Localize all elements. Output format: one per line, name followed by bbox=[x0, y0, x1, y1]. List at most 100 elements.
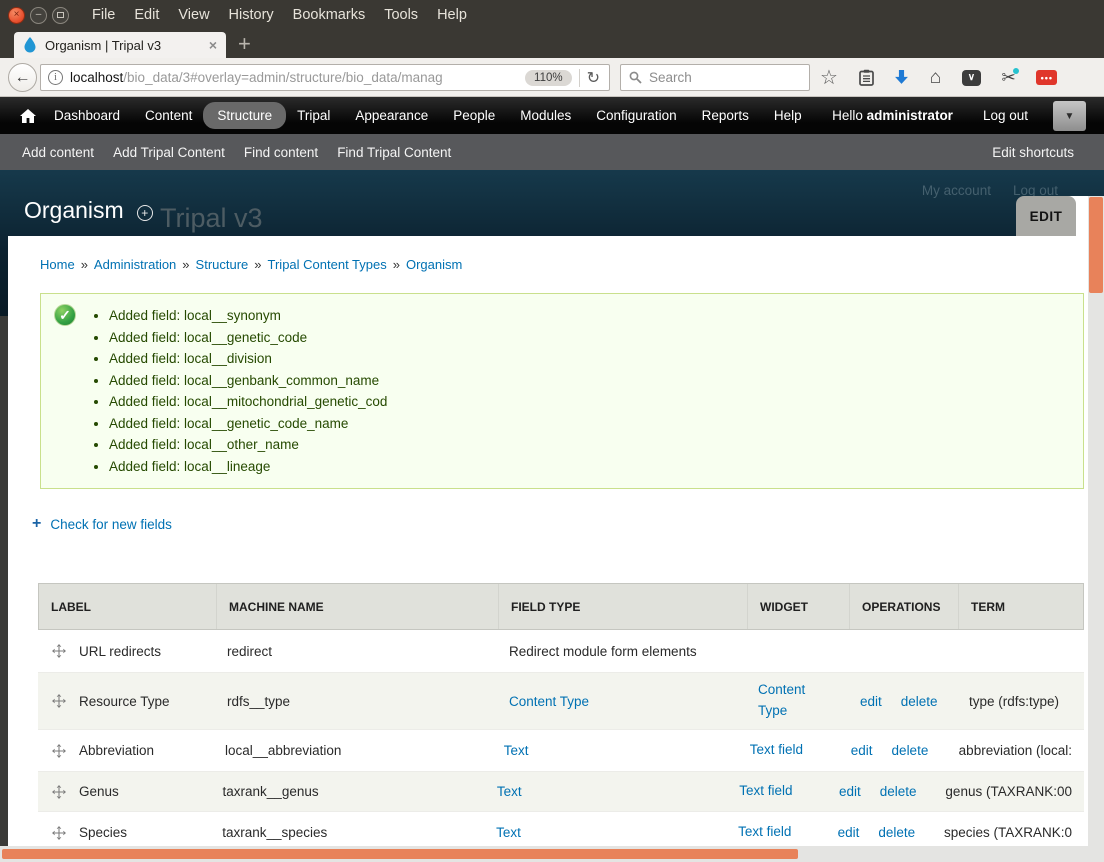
drag-handle-icon[interactable] bbox=[52, 826, 66, 840]
drag-handle-icon[interactable] bbox=[52, 785, 66, 799]
status-message-box: ✓ Added field: local__synonymAdded field… bbox=[40, 293, 1084, 489]
header-link-my-account[interactable]: My account bbox=[922, 183, 991, 198]
cell-widget: Content Type bbox=[746, 680, 848, 722]
breadcrumb-link-tripal-content-types[interactable]: Tripal Content Types bbox=[268, 257, 387, 272]
url-bar[interactable]: i localhost/bio_data/3#overlay=admin/str… bbox=[40, 64, 610, 91]
admin-menu-item-people[interactable]: People bbox=[453, 108, 495, 123]
status-message: Added field: local__genbank_common_name bbox=[109, 370, 1083, 392]
search-input[interactable] bbox=[649, 70, 801, 85]
admin-menu-item-reports[interactable]: Reports bbox=[702, 108, 749, 123]
shortcut-link-add-content[interactable]: Add content bbox=[22, 145, 94, 160]
logout-link[interactable]: Log out bbox=[983, 108, 1028, 123]
reload-icon[interactable]: ↻ bbox=[587, 68, 602, 88]
menu-help[interactable]: Help bbox=[434, 5, 470, 25]
cell-label: Genus bbox=[38, 784, 211, 799]
operation-edit-link[interactable]: edit bbox=[838, 825, 860, 840]
bookmarks-list-icon[interactable] bbox=[859, 69, 874, 86]
operation-delete-link[interactable]: delete bbox=[880, 784, 917, 799]
cell-machine-name: local__abbreviation bbox=[213, 743, 492, 758]
browser-tab[interactable]: Organism | Tripal v3 × bbox=[14, 32, 226, 58]
edit-tab-button[interactable]: EDIT bbox=[1016, 196, 1076, 236]
widget-link[interactable]: Text field bbox=[739, 783, 792, 798]
menu-hamburger-icon[interactable] bbox=[1078, 71, 1096, 84]
window-close-button[interactable]: × bbox=[8, 7, 25, 24]
search-box[interactable] bbox=[620, 64, 810, 91]
back-button[interactable]: ← bbox=[8, 63, 37, 92]
field-type-link[interactable]: Text bbox=[504, 743, 529, 758]
toolbar-toggle-button[interactable]: ▼ bbox=[1053, 101, 1086, 131]
tab-bar: Organism | Tripal v3 × + bbox=[0, 30, 1104, 58]
operation-edit-link[interactable]: edit bbox=[851, 743, 873, 758]
column-header-widget: WIDGET bbox=[747, 584, 849, 629]
status-message-list: Added field: local__synonymAdded field: … bbox=[41, 305, 1083, 477]
admin-menu-item-tripal[interactable]: Tripal bbox=[297, 108, 330, 123]
admin-menu-item-help[interactable]: Help bbox=[774, 108, 802, 123]
edit-shortcuts-link[interactable]: Edit shortcuts bbox=[992, 145, 1074, 160]
vertical-scrollbar-track[interactable] bbox=[1088, 196, 1104, 846]
breadcrumb-link-structure[interactable]: Structure bbox=[196, 257, 249, 272]
field-type-link[interactable]: Text bbox=[496, 825, 521, 840]
bookmark-star-icon[interactable]: ☆ bbox=[820, 65, 838, 90]
shortcut-link-find-content[interactable]: Find content bbox=[244, 145, 318, 160]
menu-edit[interactable]: Edit bbox=[131, 5, 162, 25]
field-label-text: URL redirects bbox=[79, 644, 161, 659]
menu-history[interactable]: History bbox=[226, 5, 277, 25]
operation-edit-link[interactable]: edit bbox=[860, 694, 882, 709]
field-type-link[interactable]: Text bbox=[497, 784, 522, 799]
operation-edit-link[interactable]: edit bbox=[839, 784, 861, 799]
cell-field-type: Content Type bbox=[497, 694, 746, 709]
horizontal-scrollbar-thumb[interactable] bbox=[2, 849, 798, 859]
admin-menu-item-configuration[interactable]: Configuration bbox=[596, 108, 676, 123]
table-row: Genustaxrank__genusTextText fieldeditdel… bbox=[38, 771, 1084, 811]
admin-menu-item-appearance[interactable]: Appearance bbox=[355, 108, 428, 123]
tab-close-icon[interactable]: × bbox=[209, 37, 217, 53]
breadcrumb-link-home[interactable]: Home bbox=[40, 257, 75, 272]
drag-handle-icon[interactable] bbox=[52, 744, 66, 758]
check-new-fields-link[interactable]: + Check for new fields bbox=[32, 516, 172, 532]
window-minimize-button[interactable]: – bbox=[30, 7, 47, 24]
admin-menu-item-dashboard[interactable]: Dashboard bbox=[54, 108, 120, 123]
status-message: Added field: local__mitochondrial_geneti… bbox=[109, 391, 1083, 413]
admin-menu-item-modules[interactable]: Modules bbox=[520, 108, 571, 123]
field-label-text: Resource Type bbox=[79, 694, 170, 709]
zoom-level-badge[interactable]: 110% bbox=[525, 70, 572, 86]
url-text[interactable]: localhost/bio_data/3#overlay=admin/struc… bbox=[70, 70, 518, 85]
add-shortcut-icon[interactable]: + bbox=[137, 205, 153, 221]
menu-tools[interactable]: Tools bbox=[381, 5, 421, 25]
menu-view[interactable]: View bbox=[175, 5, 212, 25]
drag-handle-icon[interactable] bbox=[52, 644, 66, 658]
shortcut-link-add-tripal-content[interactable]: Add Tripal Content bbox=[113, 145, 225, 160]
admin-menu-item-content[interactable]: Content bbox=[145, 108, 192, 123]
password-manager-icon[interactable]: ••• bbox=[1036, 70, 1057, 85]
cell-field-type: Text bbox=[485, 784, 727, 799]
breadcrumb-separator: » bbox=[393, 257, 400, 272]
shortcut-link-find-tripal-content[interactable]: Find Tripal Content bbox=[337, 145, 451, 160]
downloads-icon[interactable] bbox=[894, 70, 909, 85]
new-tab-button[interactable]: + bbox=[238, 31, 251, 57]
cell-widget: Text field bbox=[727, 781, 827, 802]
admin-home-icon[interactable] bbox=[20, 109, 36, 123]
admin-menu-item-structure[interactable]: Structure bbox=[203, 102, 286, 129]
cell-operations: edit delete bbox=[848, 694, 957, 709]
widget-link[interactable]: Text field bbox=[738, 824, 791, 839]
search-icon bbox=[629, 71, 642, 84]
window-maximize-button[interactable] bbox=[52, 7, 69, 24]
vertical-scrollbar-thumb[interactable] bbox=[1089, 197, 1103, 293]
field-type-link[interactable]: Content Type bbox=[509, 694, 589, 709]
operation-delete-link[interactable]: delete bbox=[892, 743, 929, 758]
menu-file[interactable]: File bbox=[89, 5, 118, 25]
site-name[interactable]: Tripal v3 bbox=[160, 203, 263, 234]
home-icon[interactable]: ⌂ bbox=[930, 67, 941, 89]
widget-link[interactable]: Content Type bbox=[758, 682, 805, 718]
site-info-icon[interactable]: i bbox=[48, 70, 63, 85]
menu-bookmarks[interactable]: Bookmarks bbox=[290, 5, 369, 25]
widget-link[interactable]: Text field bbox=[750, 742, 803, 757]
operation-delete-link[interactable]: delete bbox=[878, 825, 915, 840]
drag-handle-icon[interactable] bbox=[52, 694, 66, 708]
breadcrumb-link-administration[interactable]: Administration bbox=[94, 257, 176, 272]
breadcrumb-link-organism[interactable]: Organism bbox=[406, 257, 462, 272]
url-host: localhost bbox=[70, 70, 123, 85]
operation-delete-link[interactable]: delete bbox=[901, 694, 938, 709]
pocket-icon[interactable]: ∨ bbox=[962, 70, 981, 86]
screenshot-scissors-icon[interactable]: ✂ bbox=[1001, 68, 1015, 88]
